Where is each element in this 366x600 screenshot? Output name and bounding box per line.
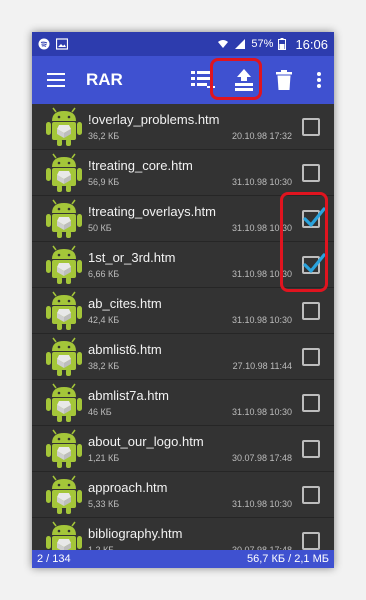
file-size: 1,21 КБ (88, 453, 120, 463)
file-size: 6,66 КБ (88, 269, 120, 279)
file-size: 50 КБ (88, 223, 112, 233)
file-name: bibliography.htm (88, 526, 183, 541)
file-size: 5,33 КБ (88, 499, 120, 509)
file-checkbox[interactable] (302, 439, 320, 458)
file-date: 31.10.98 10:30 (231, 499, 292, 509)
file-date: 31.10.98 10:30 (231, 177, 292, 187)
file-size: 38,2 КБ (88, 361, 120, 371)
battery-percent: 57% (251, 38, 274, 50)
file-row[interactable]: bibliography.htm 1,2 КБ 30.07.98 17:48 (32, 518, 334, 550)
file-date: 27.10.98 11:44 (232, 361, 292, 371)
file-row[interactable]: !treating_core.htm 56,9 КБ 31.10.98 10:3… (32, 150, 334, 196)
file-row[interactable]: abmlist7a.htm 46 КБ 31.10.98 10:30 (32, 380, 334, 426)
file-name: !treating_overlays.htm (88, 204, 216, 219)
trash-icon (276, 70, 292, 90)
clock: 16:06 (295, 36, 328, 52)
file-checkbox[interactable] (302, 163, 320, 182)
file-row[interactable]: !overlay_problems.htm 36,2 КБ 20.10.98 1… (32, 104, 334, 150)
file-row[interactable]: about_our_logo.htm 1,21 КБ 30.07.98 17:4… (32, 426, 334, 472)
android-file-icon (46, 521, 82, 550)
app-bar: RAR (32, 56, 334, 104)
file-size: 42,4 КБ (88, 315, 120, 325)
hamburger-icon (47, 73, 65, 87)
footer-bar: 2 / 134 56,7 КБ / 2,1 МБ (32, 550, 334, 568)
android-file-icon (46, 153, 82, 192)
phone-screen: 57% 16:06 RAR !overlay_problems.htm 36,2… (32, 32, 334, 568)
spotify-icon (38, 38, 50, 50)
file-row[interactable]: approach.htm 5,33 КБ 31.10.98 10:30 (32, 472, 334, 518)
android-file-icon (46, 291, 82, 330)
file-name: approach.htm (88, 480, 168, 495)
file-row[interactable]: ab_cites.htm 42,4 КБ 31.10.98 10:30 (32, 288, 334, 334)
file-name: !treating_core.htm (88, 158, 193, 173)
signal-icon (234, 38, 246, 50)
android-file-icon (46, 475, 82, 514)
overflow-menu-button[interactable] (304, 56, 334, 104)
file-name: abmlist7a.htm (88, 388, 169, 403)
file-name: !overlay_problems.htm (88, 112, 220, 127)
android-file-icon (46, 107, 82, 146)
selection-count: 2 / 134 (37, 553, 71, 565)
android-file-icon (46, 337, 82, 376)
android-file-icon (46, 199, 82, 238)
menu-button[interactable] (32, 56, 80, 104)
file-date: 30.07.98 17:48 (231, 453, 292, 463)
file-name: abmlist6.htm (88, 342, 162, 357)
file-size: 46 КБ (88, 407, 112, 417)
android-file-icon (46, 383, 82, 422)
file-name: ab_cites.htm (88, 296, 162, 311)
file-name: about_our_logo.htm (88, 434, 204, 449)
file-size: 56,9 КБ (88, 177, 120, 187)
wifi-icon (217, 38, 229, 50)
file-checkbox[interactable] (302, 301, 320, 320)
file-checkbox[interactable] (302, 117, 320, 136)
battery-icon (278, 38, 290, 50)
file-list: !overlay_problems.htm 36,2 КБ 20.10.98 1… (32, 104, 334, 550)
file-size: 36,2 КБ (88, 131, 120, 141)
file-row[interactable]: abmlist6.htm 38,2 КБ 27.10.98 11:44 (32, 334, 334, 380)
app-title: RAR (86, 70, 123, 89)
status-bar: 57% 16:06 (32, 32, 334, 56)
more-vert-icon (317, 72, 321, 88)
image-icon (55, 38, 69, 50)
highlight-checked (280, 192, 328, 292)
file-checkbox[interactable] (302, 485, 320, 504)
android-file-icon (46, 429, 82, 468)
highlight-extract (210, 58, 262, 100)
file-date: 31.10.98 10:30 (231, 407, 292, 417)
android-file-icon (46, 245, 82, 284)
delete-button[interactable] (264, 56, 304, 104)
file-name: 1st_or_3rd.htm (88, 250, 176, 265)
file-checkbox[interactable] (302, 531, 320, 550)
file-date: 31.10.98 10:30 (231, 315, 292, 325)
file-date: 20.10.98 17:32 (231, 131, 292, 141)
file-checkbox[interactable] (302, 347, 320, 366)
selection-size: 56,7 КБ / 2,1 МБ (247, 553, 329, 565)
file-checkbox[interactable] (302, 393, 320, 412)
